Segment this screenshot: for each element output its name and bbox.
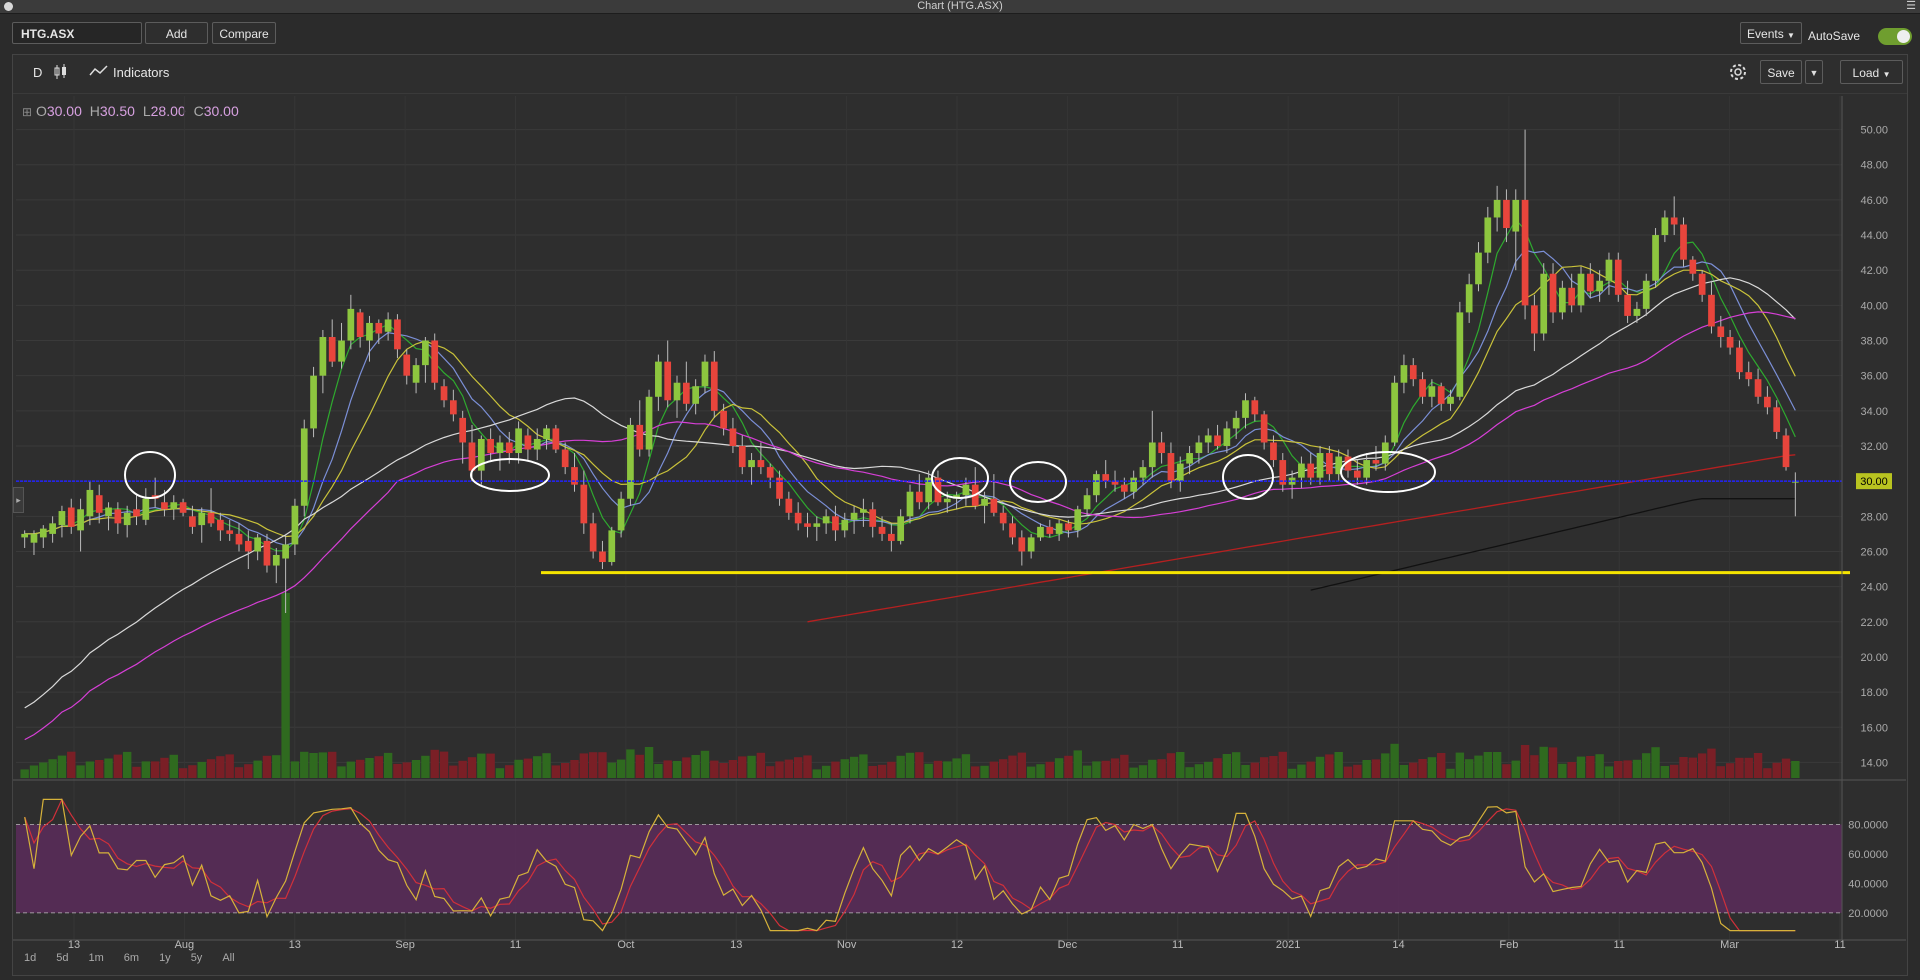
high-value: 30.50 [99,103,135,119]
indicators-icon[interactable] [89,64,109,81]
range-button-6m[interactable]: 6m [124,952,139,964]
add-button[interactable]: Add [145,22,208,44]
open-label: O [35,103,47,119]
range-button-1y[interactable]: 1y [159,952,171,964]
save-button[interactable]: Save [1760,60,1802,84]
candlestick-type-icon[interactable] [53,63,69,84]
events-dropdown[interactable]: Events ▼ [1740,22,1802,44]
low-label: L [142,103,151,119]
low-value: 28.00 [150,103,186,119]
high-label: H [89,103,100,119]
range-button-5y[interactable]: 5y [191,952,203,964]
window-titlebar: Chart (HTG.ASX) ☰ [0,0,1920,14]
open-value: 30.00 [46,103,82,119]
chart-toolbar: D Indicators [13,55,1907,94]
close-label: C [193,103,204,119]
crosshair-icon[interactable]: ⊞ [22,105,32,119]
load-dropdown[interactable]: Load ▼ [1840,60,1903,84]
save-dropdown-caret-icon[interactable]: ▼ [1805,60,1823,84]
ohlc-readout: ⊞ O30.00 H30.50 L28.00 C30.00 [22,103,239,119]
hamburger-menu-icon[interactable]: ☰ [1906,1,1916,12]
events-label: Events [1747,27,1784,41]
autosave-toggle[interactable] [1878,28,1912,45]
close-value: 30.00 [203,103,239,119]
period-button[interactable]: D [33,65,42,80]
range-selector: 1d 5d 1m 6m 1y 5y All [24,952,255,964]
range-button-All[interactable]: All [222,952,234,964]
toggle-knob [1897,30,1910,43]
settings-gear-icon[interactable] [1728,62,1748,82]
top-toolbar: HTG.ASX Add Compare Events ▼ AutoSave [0,14,1920,54]
window-title: Chart (HTG.ASX) [917,0,1003,12]
indicators-button[interactable]: Indicators [113,65,169,80]
caret-down-icon: ▼ [1882,70,1891,79]
compare-button[interactable]: Compare [212,22,276,44]
expand-panel-arrow-icon[interactable]: ▸ [13,487,24,513]
symbol-input[interactable]: HTG.ASX [12,22,142,44]
caret-down-icon: ▼ [1787,31,1795,40]
chart-frame [12,54,1908,976]
range-button-1d[interactable]: 1d [24,952,36,964]
range-button-1m[interactable]: 1m [89,952,104,964]
range-button-5d[interactable]: 5d [56,952,68,964]
autosave-label: AutoSave [1808,29,1861,43]
load-label: Load [1852,66,1880,80]
